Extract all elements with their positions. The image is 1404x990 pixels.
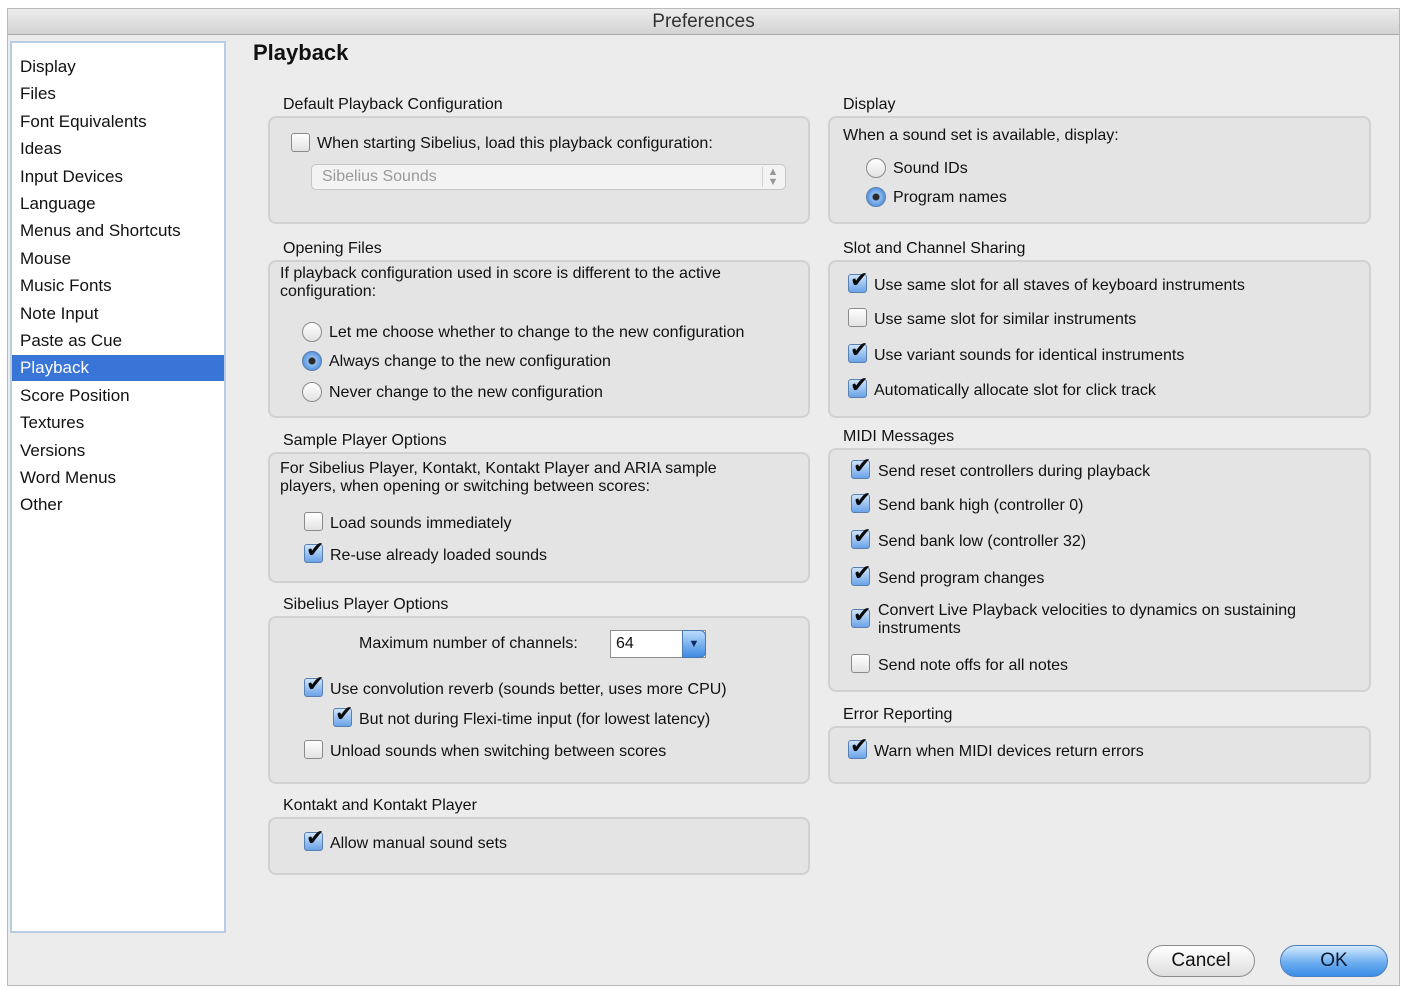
load-config-checkbox[interactable] — [291, 133, 310, 152]
unload-sounds-label: Unload sounds when switching between sco… — [330, 743, 667, 760]
sound-ids-label: Sound IDs — [893, 160, 968, 177]
always-change-label: Always change to the new configuration — [329, 353, 611, 370]
never-change-label: Never change to the new configuration — [329, 384, 603, 401]
always-change-radio[interactable] — [302, 351, 322, 371]
load-sounds-checkbox[interactable] — [304, 512, 323, 531]
display-description: When a sound set is available, display: — [843, 127, 1119, 144]
sidebar-item-music-fonts[interactable]: Music Fonts — [12, 273, 224, 299]
sidebar-item-display[interactable]: Display — [12, 54, 224, 80]
updown-arrows-icon: ▲ ▼ — [762, 167, 783, 188]
max-channels-combo[interactable]: 64 ▼ — [610, 630, 706, 658]
opening-files-description: If playback configuration used in score … — [280, 265, 721, 300]
program-names-radio[interactable] — [866, 187, 886, 207]
warn-midi-errors-checkbox[interactable] — [848, 734, 868, 759]
reset-controllers-label: Send reset controllers during playback — [878, 463, 1151, 480]
default-config-group-label: Default Playback Configuration — [283, 96, 503, 113]
never-change-radio[interactable] — [302, 382, 322, 402]
sidebar-item-other[interactable]: Other — [12, 492, 224, 518]
bank-low-checkbox[interactable] — [851, 524, 871, 549]
display-group-label: Display — [843, 96, 896, 113]
sibelius-player-group-label: Sibelius Player Options — [283, 596, 449, 613]
window-title: Preferences — [652, 11, 755, 32]
sidebar-item-language[interactable]: Language — [12, 191, 224, 217]
slot-sharing-group-label: Slot and Channel Sharing — [843, 240, 1026, 257]
convolution-reverb-checkbox[interactable] — [304, 672, 324, 697]
click-track-slot-label: Automatically allocate slot for click tr… — [874, 382, 1156, 399]
sidebar-item-note-input[interactable]: Note Input — [12, 301, 224, 327]
reset-controllers-checkbox[interactable] — [851, 454, 871, 479]
let-me-choose-radio[interactable] — [302, 322, 322, 342]
sidebar-item-score-position[interactable]: Score Position — [12, 383, 224, 409]
category-list[interactable]: Display Files Font Equivalents Ideas Inp… — [10, 41, 226, 933]
sidebar-item-menus-and-shortcuts[interactable]: Menus and Shortcuts — [12, 218, 224, 244]
live-velocities-checkbox[interactable] — [851, 603, 871, 628]
sidebar-item-versions[interactable]: Versions — [12, 438, 224, 464]
same-slot-keyboard-label: Use same slot for all staves of keyboard… — [874, 277, 1245, 294]
midi-group-label: MIDI Messages — [843, 428, 955, 445]
playback-config-popup[interactable]: Sibelius Sounds ▲ ▼ — [311, 164, 786, 190]
variant-sounds-checkbox[interactable] — [848, 338, 868, 363]
max-channels-value: 64 — [616, 635, 634, 652]
unload-sounds-checkbox[interactable] — [304, 740, 323, 759]
cancel-button[interactable]: Cancel — [1147, 945, 1255, 977]
bank-low-label: Send bank low (controller 32) — [878, 533, 1087, 550]
same-slot-similar-label: Use same slot for similar instruments — [874, 311, 1137, 328]
load-sounds-label: Load sounds immediately — [330, 515, 512, 532]
reuse-sounds-checkbox[interactable] — [304, 538, 324, 563]
sound-ids-radio[interactable] — [866, 158, 886, 178]
live-velocities-label: Convert Live Playback velocities to dyna… — [878, 602, 1296, 637]
max-channels-label: Maximum number of channels: — [359, 635, 578, 652]
manual-sound-sets-checkbox[interactable] — [304, 826, 324, 851]
sidebar-item-playback[interactable]: Playback — [12, 355, 224, 381]
program-names-label: Program names — [893, 189, 1007, 206]
let-me-choose-label: Let me choose whether to change to the n… — [329, 324, 745, 341]
error-reporting-group-label: Error Reporting — [843, 706, 953, 723]
flexi-time-checkbox[interactable] — [333, 702, 353, 727]
sidebar-item-paste-as-cue[interactable]: Paste as Cue — [12, 328, 224, 354]
sidebar-item-textures[interactable]: Textures — [12, 410, 224, 436]
same-slot-similar-checkbox[interactable] — [848, 308, 867, 327]
sidebar-item-word-menus[interactable]: Word Menus — [12, 465, 224, 491]
program-changes-label: Send program changes — [878, 570, 1045, 587]
sidebar-item-input-devices[interactable]: Input Devices — [12, 164, 224, 190]
sidebar-item-font-equivalents[interactable]: Font Equivalents — [12, 109, 224, 135]
load-config-label: When starting Sibelius, load this playba… — [317, 135, 713, 152]
warn-midi-errors-label: Warn when MIDI devices return errors — [874, 743, 1144, 760]
playback-config-value: Sibelius Sounds — [322, 168, 437, 185]
sample-player-description: For Sibelius Player, Kontakt, Kontakt Pl… — [280, 460, 717, 495]
note-offs-label: Send note offs for all notes — [878, 657, 1069, 674]
title-bar[interactable]: Preferences — [8, 9, 1399, 35]
ok-button[interactable]: OK — [1280, 945, 1388, 977]
sidebar-item-ideas[interactable]: Ideas — [12, 136, 224, 162]
opening-files-group-label: Opening Files — [283, 240, 382, 257]
variant-sounds-label: Use variant sounds for identical instrum… — [874, 347, 1185, 364]
reuse-sounds-label: Re-use already loaded sounds — [330, 547, 548, 564]
sidebar-item-files[interactable]: Files — [12, 81, 224, 107]
convolution-reverb-label: Use convolution reverb (sounds better, u… — [330, 681, 727, 698]
bank-high-label: Send bank high (controller 0) — [878, 497, 1084, 514]
flexi-time-label: But not during Flexi-time input (for low… — [359, 711, 711, 728]
manual-sound-sets-label: Allow manual sound sets — [330, 835, 507, 852]
dropdown-arrow-icon[interactable]: ▼ — [682, 630, 706, 658]
note-offs-checkbox[interactable] — [851, 654, 870, 673]
sidebar-item-mouse[interactable]: Mouse — [12, 246, 224, 272]
click-track-slot-checkbox[interactable] — [848, 373, 868, 398]
same-slot-keyboard-checkbox[interactable] — [848, 268, 868, 293]
page-title: Playback — [253, 40, 349, 65]
sample-player-group-label: Sample Player Options — [283, 432, 447, 449]
bank-high-checkbox[interactable] — [851, 488, 871, 513]
program-changes-checkbox[interactable] — [851, 561, 871, 586]
kontakt-group-label: Kontakt and Kontakt Player — [283, 797, 477, 814]
